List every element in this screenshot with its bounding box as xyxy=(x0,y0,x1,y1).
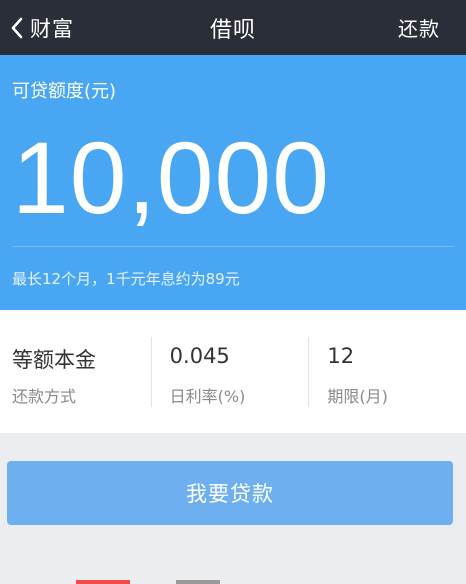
repayment-method: 等额本金 还款方式 xyxy=(0,310,151,433)
repayment-method-value: 等额本金 xyxy=(12,348,96,372)
repay-button[interactable]: 还款 xyxy=(398,0,440,55)
credit-limit-panel: 可贷额度(元) 10,000 最长12个月，1千元年息约为89元 xyxy=(0,55,466,310)
credit-limit-amount: 10,000 xyxy=(12,121,330,235)
clipped-footer-content xyxy=(0,574,466,584)
loan-term-value: 12 xyxy=(327,344,355,368)
apply-loan-button[interactable]: 我要贷款 xyxy=(7,461,453,525)
daily-rate-caption: 日利率(%) xyxy=(169,387,246,406)
divider xyxy=(12,246,454,247)
credit-limit-label: 可贷额度(元) xyxy=(12,81,117,102)
loan-term-caption: 期限(月) xyxy=(327,387,388,406)
daily-rate-value: 0.045 xyxy=(169,344,230,368)
loan-term: 12 期限(月) xyxy=(308,310,466,433)
clipped-gray-text xyxy=(176,580,220,584)
interest-note: 最长12个月，1千元年息约为89元 xyxy=(12,270,240,288)
loan-screen: 财富 借呗 还款 可贷额度(元) 10,000 最长12个月，1千元年息约为89… xyxy=(0,0,466,584)
page-title: 借呗 xyxy=(209,17,256,43)
loan-terms: 等额本金 还款方式 0.045 日利率(%) 12 期限(月) xyxy=(0,310,466,433)
clipped-red-text xyxy=(76,580,130,584)
navigation-bar: 财富 借呗 还款 xyxy=(0,0,466,55)
daily-rate: 0.045 日利率(%) xyxy=(150,310,309,433)
repayment-method-caption: 还款方式 xyxy=(12,387,77,406)
